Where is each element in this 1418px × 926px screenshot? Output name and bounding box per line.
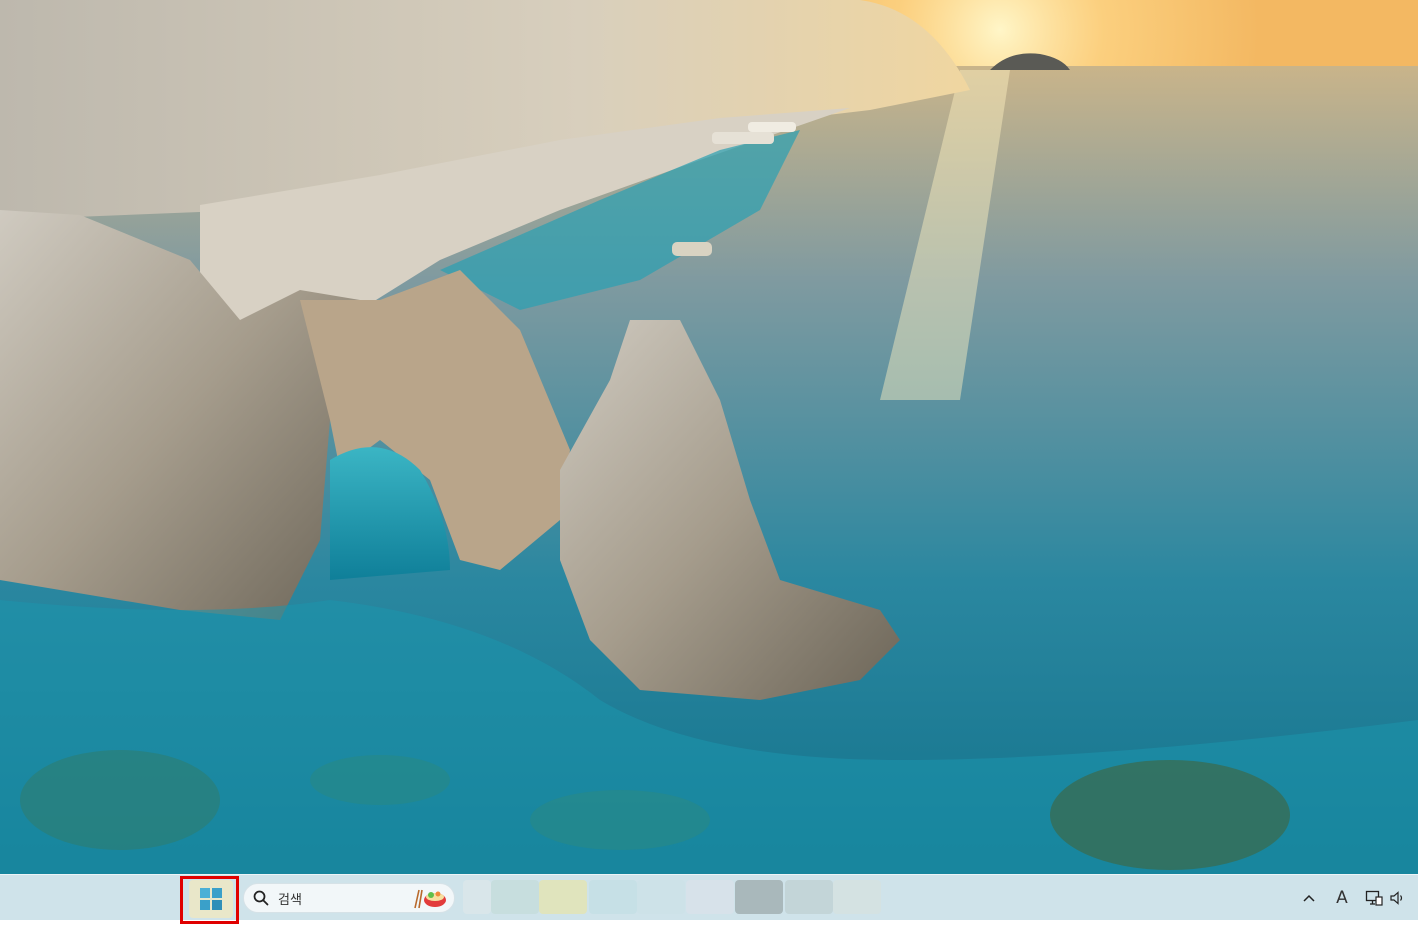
show-hidden-icons-button[interactable] bbox=[1298, 886, 1320, 910]
taskbar-app-slot[interactable] bbox=[686, 880, 734, 914]
taskbar-app-slot[interactable] bbox=[833, 880, 881, 914]
start-button-highlight bbox=[180, 876, 239, 924]
taskbar-app-slot[interactable] bbox=[589, 880, 637, 914]
taskbar-app-slot[interactable] bbox=[539, 880, 587, 914]
desktop-wallpaper bbox=[0, 0, 1418, 926]
search-label: 검색 bbox=[278, 892, 302, 908]
taskbar-app-slot[interactable] bbox=[735, 880, 783, 914]
network-button[interactable] bbox=[1362, 886, 1386, 910]
taskbar-app-slot[interactable] bbox=[491, 880, 539, 914]
volume-button[interactable] bbox=[1386, 886, 1410, 910]
network-icon bbox=[1365, 890, 1383, 906]
taskbar-search-box[interactable]: 검색 bbox=[243, 883, 455, 913]
search-icon bbox=[248, 885, 274, 911]
taskbar-app-slot[interactable] bbox=[785, 880, 833, 914]
chevron-up-icon bbox=[1303, 894, 1315, 902]
volume-icon bbox=[1390, 891, 1403, 905]
ime-indicator[interactable]: A bbox=[1330, 886, 1354, 910]
taskbar-app-slot[interactable] bbox=[463, 880, 491, 914]
search-highlight-icon[interactable] bbox=[410, 885, 448, 911]
taskbar-app-slot[interactable] bbox=[637, 880, 685, 914]
desktop: 검색 A bbox=[0, 0, 1418, 926]
